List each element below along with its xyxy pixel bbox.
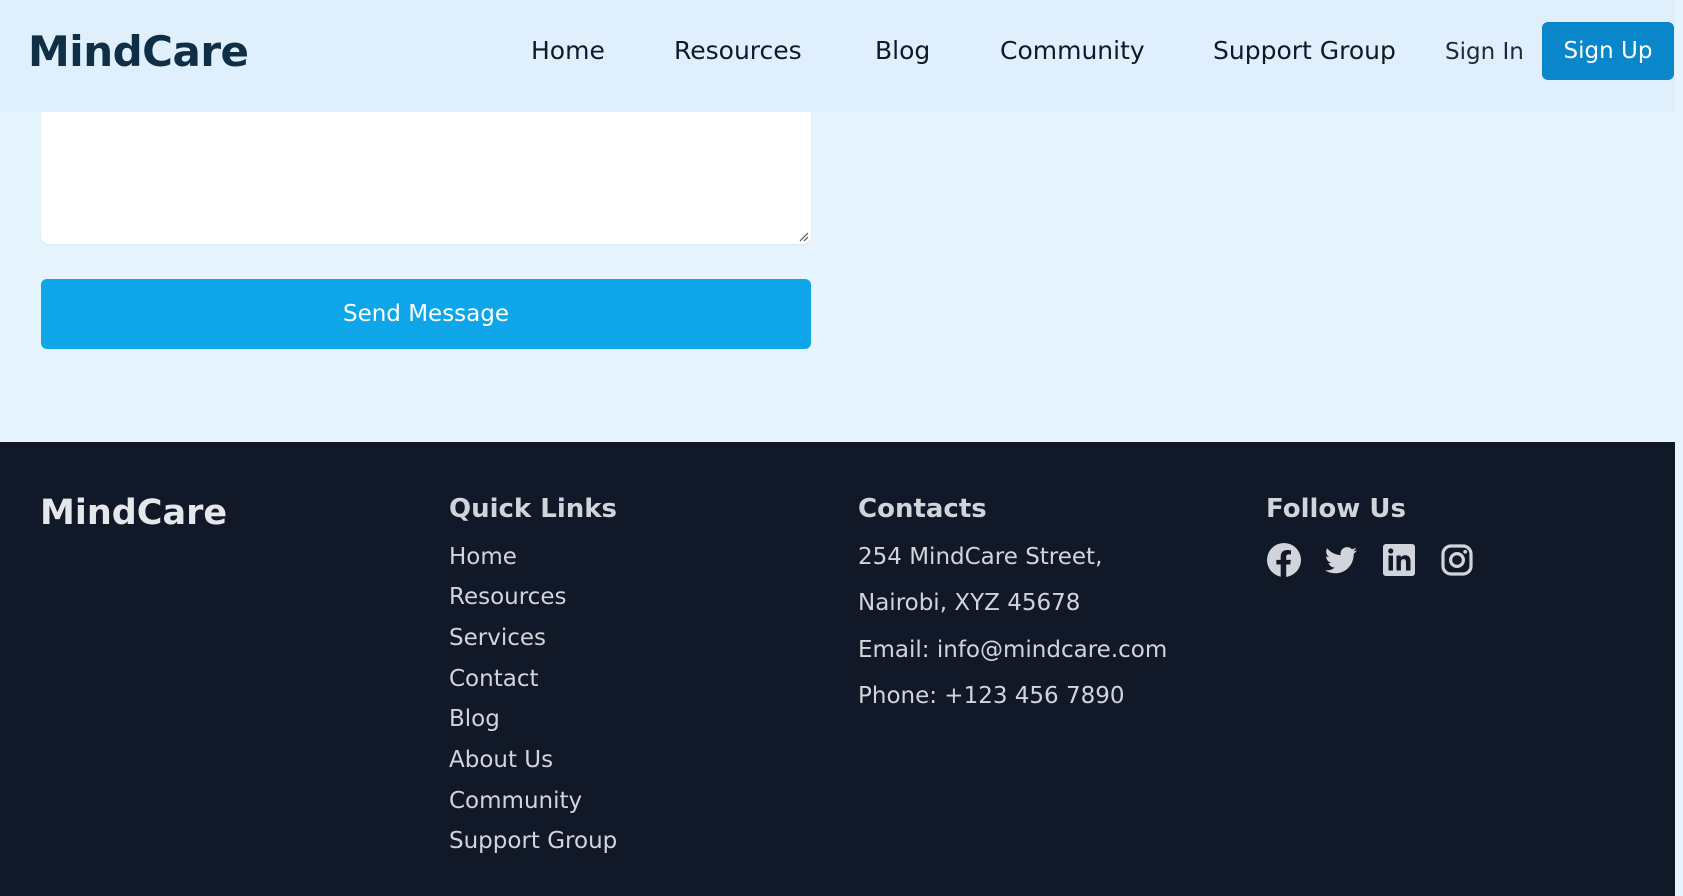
nav-link-blog[interactable]: Blog — [875, 34, 930, 68]
footer-link-services[interactable]: Services — [449, 623, 546, 653]
nav-link-support-group[interactable]: Support Group — [1213, 34, 1396, 68]
nav-link-community[interactable]: Community — [1000, 34, 1145, 68]
site-header: MindCare Home Resources Blog Community S… — [0, 0, 1675, 112]
message-textarea[interactable] — [41, 92, 811, 244]
footer-brand: MindCare — [40, 493, 228, 533]
sign-in-link[interactable]: Sign In — [1445, 35, 1524, 69]
footer-link-resources[interactable]: Resources — [449, 582, 566, 612]
nav-link-resources[interactable]: Resources — [674, 34, 802, 68]
sign-up-button[interactable]: Sign Up — [1542, 22, 1674, 80]
footer-link-community[interactable]: Community — [449, 786, 582, 816]
nav-link-home[interactable]: Home — [531, 34, 605, 68]
follow-us-title: Follow Us — [1266, 494, 1406, 524]
facebook-icon[interactable] — [1266, 542, 1302, 578]
footer-link-support-group[interactable]: Support Group — [449, 826, 617, 856]
twitter-icon[interactable] — [1323, 542, 1359, 578]
resize-grip-icon[interactable] — [797, 230, 809, 242]
footer-link-home[interactable]: Home — [449, 542, 517, 572]
contact-address-line1: 254 MindCare Street, — [858, 544, 1103, 570]
send-message-button[interactable]: Send Message — [41, 279, 811, 349]
footer-link-blog[interactable]: Blog — [449, 704, 500, 734]
quick-links-title: Quick Links — [449, 494, 618, 524]
footer-link-about-us[interactable]: About Us — [449, 745, 553, 775]
linkedin-icon[interactable] — [1381, 542, 1417, 578]
footer-link-contact[interactable]: Contact — [449, 664, 538, 694]
contact-address-line2: Nairobi, XYZ 45678 — [858, 590, 1081, 616]
contact-email: Email: info@mindcare.com — [858, 637, 1168, 663]
brand-logo[interactable]: MindCare — [28, 24, 249, 80]
instagram-icon[interactable] — [1439, 542, 1475, 578]
contacts-title: Contacts — [858, 494, 987, 524]
site-footer: MindCare Quick Links Home Resources Serv… — [0, 442, 1675, 896]
contact-phone: Phone: +123 456 7890 — [858, 683, 1125, 709]
